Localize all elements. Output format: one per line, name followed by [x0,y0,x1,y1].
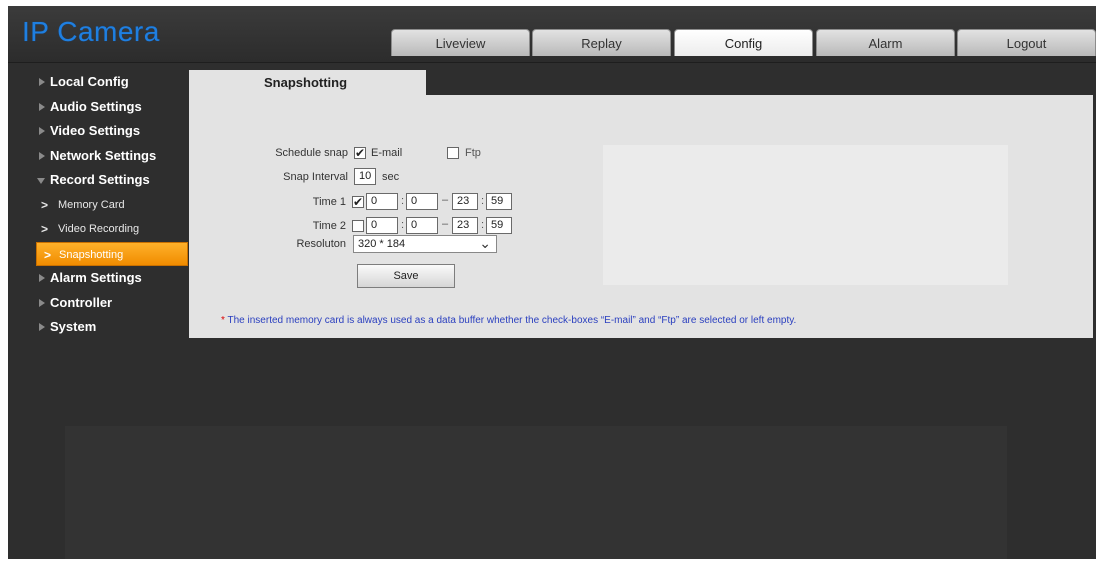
sidebar-subitem-memory-card[interactable]: > Memory Card [8,193,188,218]
tab-logout[interactable]: Logout [957,29,1096,56]
time-range-dash: – [442,194,449,206]
sidebar-item-label: Alarm Settings [50,270,142,285]
email-checkbox[interactable]: ✔ [354,147,366,159]
sidebar-item-label: Memory Card [58,198,125,211]
snap-interval-label: Snap Interval [283,171,348,183]
time1-end-minute-input[interactable]: 59 [486,193,512,210]
time2-end-minute-input[interactable]: 59 [486,217,512,234]
time2-end-hour-input[interactable]: 23 [452,217,478,234]
ftp-label: Ftp [465,147,481,159]
sidebar-item-label: Video Recording [58,223,140,235]
caret-right-icon [39,274,45,282]
caret-right-icon [39,151,45,160]
time1-start-hour-input[interactable]: 0 [366,193,398,210]
time-range-dash: – [442,218,449,230]
sidebar-item-local-config[interactable]: Local Config [8,70,188,95]
time1-label: Time 1 [312,196,346,208]
snap-interval-unit: sec [382,171,400,183]
content-tab-snapshotting[interactable]: Snapshotting [189,70,426,96]
time1-start-minute-input[interactable]: 0 [406,193,438,210]
sidebar-item-label: Record Settings [50,172,150,187]
sidebar-item-label: Video Settings [50,123,141,138]
time2-label: Time 2 [312,220,346,232]
sidebar-item-network-settings[interactable]: Network Settings [8,144,188,169]
time-separator: : [481,219,485,231]
sidebar-item-system[interactable]: System [8,315,188,340]
caret-right-icon [39,102,45,111]
app-logo: IP Camera [22,16,160,47]
resolution-label: Resoluton [296,238,346,250]
sidebar-item-video-settings[interactable]: Video Settings [8,119,188,144]
save-button[interactable]: Save [357,264,455,288]
chevron-right-icon: > [44,247,52,262]
chevron-right-icon: > [41,197,49,212]
snap-interval-input[interactable]: 10 [354,168,376,185]
memory-card-note: * The inserted memory card is always use… [221,315,796,326]
caret-right-icon [39,323,45,331]
tab-config[interactable]: Config [674,29,813,56]
time-separator: : [401,219,405,231]
snapshot-settings-panel: Schedule snap ✔ E-mail Ftp Snap Interval… [189,95,1093,338]
chevron-right-icon: > [41,222,49,236]
caret-right-icon [39,298,45,307]
time1-checkbox[interactable]: ✔ [352,196,364,208]
time-separator: : [401,195,405,207]
resolution-value: 320 * 184 [358,238,406,250]
sidebar-item-label: Snapshotting [59,248,124,261]
caret-right-icon [39,78,45,86]
chevron-down-icon: ⌄ [479,235,491,251]
time2-checkbox[interactable] [352,220,364,232]
header-bar: IP Camera Liveview Replay Config Alarm L… [8,6,1096,63]
email-label: E-mail [371,147,403,159]
note-text: The inserted memory card is always used … [227,315,797,326]
sidebar: Local Config Audio Settings Video Settin… [8,70,188,340]
caret-down-icon [37,178,45,184]
app-window: IP Camera Liveview Replay Config Alarm L… [8,6,1096,559]
sidebar-item-controller[interactable]: Controller [8,291,188,316]
caret-right-icon [39,127,45,135]
sidebar-item-label: Controller [50,294,113,310]
sidebar-subitem-snapshotting[interactable]: > Snapshotting [36,241,188,266]
sidebar-item-alarm-settings[interactable]: Alarm Settings [8,266,188,291]
time1-end-hour-input[interactable]: 23 [452,193,478,210]
sidebar-subitem-video-recording[interactable]: > Video Recording [8,217,188,242]
sidebar-item-record-settings[interactable]: Record Settings [8,168,188,193]
tab-alarm[interactable]: Alarm [816,29,955,56]
ftp-checkbox[interactable] [447,147,459,159]
tab-replay[interactable]: Replay [532,29,671,56]
sidebar-item-label: System [50,319,97,334]
snapshot-preview-area [603,145,1008,285]
sidebar-item-audio-settings[interactable]: Audio Settings [8,95,188,120]
schedule-snap-label: Schedule snap [275,147,348,159]
lower-content-area [65,426,1007,559]
resolution-select[interactable]: 320 * 184 ⌄ [353,235,497,253]
sidebar-item-label: Local Config [50,74,129,89]
time-separator: : [481,195,485,207]
sidebar-item-label: Network Settings [50,147,157,163]
note-asterisk: * [221,315,225,326]
sidebar-item-label: Audio Settings [50,98,142,114]
time2-start-minute-input[interactable]: 0 [406,217,438,234]
time2-start-hour-input[interactable]: 0 [366,217,398,234]
tab-liveview[interactable]: Liveview [391,29,530,56]
